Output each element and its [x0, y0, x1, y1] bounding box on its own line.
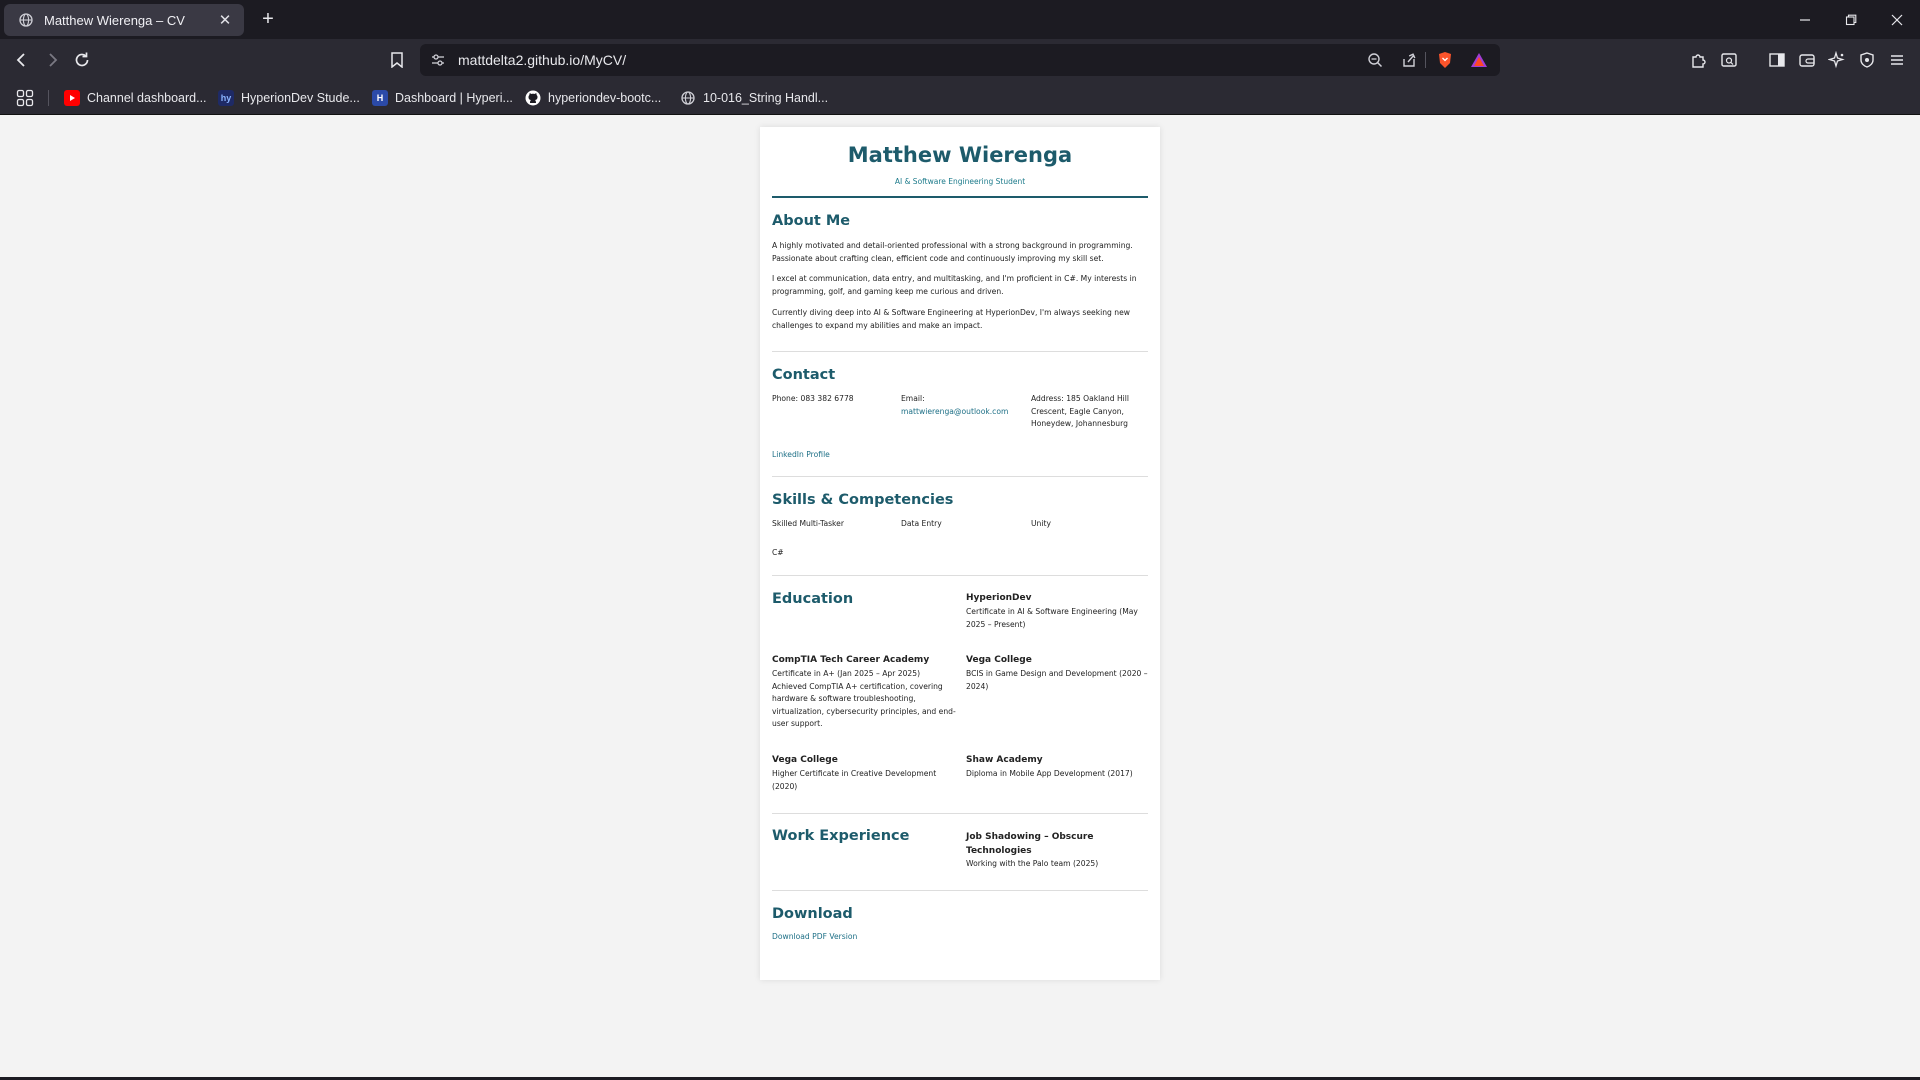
url-text[interactable]: mattdelta2.github.io/MyCV/	[458, 52, 626, 68]
download-heading: Download	[772, 906, 853, 922]
section-divider	[772, 575, 1148, 576]
menu-icon[interactable]	[1887, 50, 1907, 70]
hyperion-h-icon: H	[372, 90, 388, 106]
bookmark-label: 10-016_String Handl...	[703, 91, 829, 105]
bookmark-label: hyperiondev-bootc...	[548, 91, 662, 105]
bookmark-page-button[interactable]	[384, 47, 410, 73]
contact-address: Address: 185 Oakland Hill Crescent, Eagl…	[1031, 394, 1129, 428]
linkedin-link[interactable]: LinkedIn Profile	[772, 449, 830, 462]
globe-icon	[18, 12, 34, 28]
about-paragraph-3: Currently diving deep into AI & Software…	[772, 308, 1130, 330]
share-icon[interactable]	[1400, 51, 1418, 69]
work-heading: Work Experience	[772, 828, 910, 844]
work-title: Job Shadowing – Obscure Technologies	[966, 832, 1094, 856]
work-detail: Working with the Palo team (2025)	[966, 859, 1099, 868]
download-pdf-link[interactable]: Download PDF Version	[772, 931, 857, 944]
bookmark-hyperiondev-bootcamp[interactable]: hyperiondev-bootc...	[525, 88, 661, 108]
bookmark-label: Dashboard | Hyperi...	[395, 91, 513, 105]
bookmarks-separator	[48, 90, 49, 106]
page-viewport: Matthew Wierenga AI & Software Engineeri…	[0, 115, 1920, 1077]
reload-button[interactable]	[69, 47, 95, 73]
education-school: Vega College	[966, 655, 1032, 665]
contact-email-block: Email: mattwierenga@outlook.com	[901, 393, 1026, 418]
github-icon	[525, 90, 541, 106]
minimize-button[interactable]	[1782, 0, 1828, 39]
skill-item: Data Entry	[901, 519, 942, 528]
bookmark-string-handling[interactable]: 10-016_String Handl...	[680, 88, 828, 108]
address-bar[interactable]: mattdelta2.github.io/MyCV/	[420, 44, 1500, 76]
urlbar-separator	[1425, 52, 1426, 68]
zoom-icon[interactable]	[1366, 51, 1384, 69]
restore-button[interactable]	[1828, 0, 1874, 39]
cv-subtitle: AI & Software Engineering Student	[894, 177, 1026, 186]
section-divider	[772, 813, 1148, 814]
bookmark-hyperiondev-student[interactable]: hy HyperionDev Stude...	[218, 88, 360, 108]
cv-name: Matthew Wierenga	[847, 143, 1073, 167]
education-school: HyperionDev	[966, 593, 1032, 603]
hyperiondev-icon: hy	[218, 90, 234, 106]
education-school: CompTIA Tech Career Academy	[772, 655, 930, 665]
cv-card: Matthew Wierenga AI & Software Engineeri…	[760, 127, 1160, 980]
site-settings-icon[interactable]	[430, 52, 446, 68]
bookmark-dashboard-hyperion[interactable]: H Dashboard | Hyperi...	[372, 88, 513, 108]
close-window-button[interactable]	[1874, 0, 1920, 39]
skill-item: Skilled Multi-Tasker	[772, 519, 844, 528]
tab-close-icon[interactable]: ✕	[216, 11, 234, 29]
contact-phone: Phone: 083 382 6778	[772, 394, 854, 403]
about-paragraph-1: A highly motivated and detail-oriented p…	[772, 241, 1133, 263]
education-detail: BCIS in Game Design and Development (202…	[966, 669, 1148, 691]
header-divider	[772, 196, 1148, 198]
bookmarks-bar: Channel dashboard... hy HyperionDev Stud…	[0, 81, 1920, 115]
education-school: Vega College	[772, 755, 838, 765]
education-detail: Certificate in AI & Software Engineering…	[966, 607, 1138, 629]
about-heading: About Me	[772, 213, 851, 229]
globe-icon	[680, 90, 696, 106]
about-paragraph-2: I excel at communication, data entry, an…	[772, 274, 1137, 296]
sidebar-icon[interactable]	[1767, 50, 1787, 70]
tab-strip: Matthew Wierenga – CV ✕ +	[0, 0, 1920, 39]
education-detail: Diploma in Mobile App Development (2017)	[966, 769, 1133, 778]
new-tab-button[interactable]: +	[256, 8, 280, 32]
forward-arrow-icon	[49, 53, 58, 67]
section-divider	[772, 890, 1148, 891]
brave-rewards-icon[interactable]	[1470, 51, 1488, 69]
contact-email-label: Email:	[901, 394, 925, 403]
contact-email-link[interactable]: mattwierenga@outlook.com	[901, 406, 1026, 419]
forward-button[interactable]	[39, 47, 65, 73]
skill-item: Unity	[1031, 519, 1051, 528]
apps-grid-icon[interactable]	[16, 89, 34, 107]
tab-search-icon[interactable]	[1719, 50, 1739, 70]
back-arrow-icon	[16, 53, 25, 67]
contact-heading: Contact	[772, 367, 836, 383]
section-divider	[772, 351, 1148, 352]
back-button[interactable]	[9, 47, 35, 73]
navigation-toolbar: mattdelta2.github.io/MyCV/	[0, 39, 1920, 81]
education-detail: Certificate in A+ (Jan 2025 – Apr 2025) …	[772, 669, 956, 728]
vpn-shield-icon[interactable]	[1857, 50, 1877, 70]
tab-active[interactable]: Matthew Wierenga – CV ✕	[4, 4, 244, 36]
skill-item: C#	[772, 548, 784, 557]
education-detail: Higher Certificate in Creative Developme…	[772, 769, 937, 791]
leo-ai-icon[interactable]	[1827, 50, 1847, 70]
reload-icon	[75, 52, 89, 67]
bookmark-icon	[391, 52, 403, 68]
education-heading: Education	[772, 591, 854, 607]
extensions-icon[interactable]	[1689, 50, 1709, 70]
skills-heading: Skills & Competencies	[772, 492, 954, 508]
bookmark-channel-dashboard[interactable]: Channel dashboard...	[64, 88, 207, 108]
section-divider	[772, 476, 1148, 477]
tab-title: Matthew Wierenga – CV	[44, 12, 185, 28]
bookmark-label: Channel dashboard...	[87, 91, 207, 105]
education-school: Shaw Academy	[966, 755, 1043, 765]
wallet-icon[interactable]	[1797, 50, 1817, 70]
youtube-icon	[64, 90, 80, 106]
bookmark-label: HyperionDev Stude...	[241, 91, 360, 105]
brave-shields-icon[interactable]	[1436, 51, 1454, 69]
